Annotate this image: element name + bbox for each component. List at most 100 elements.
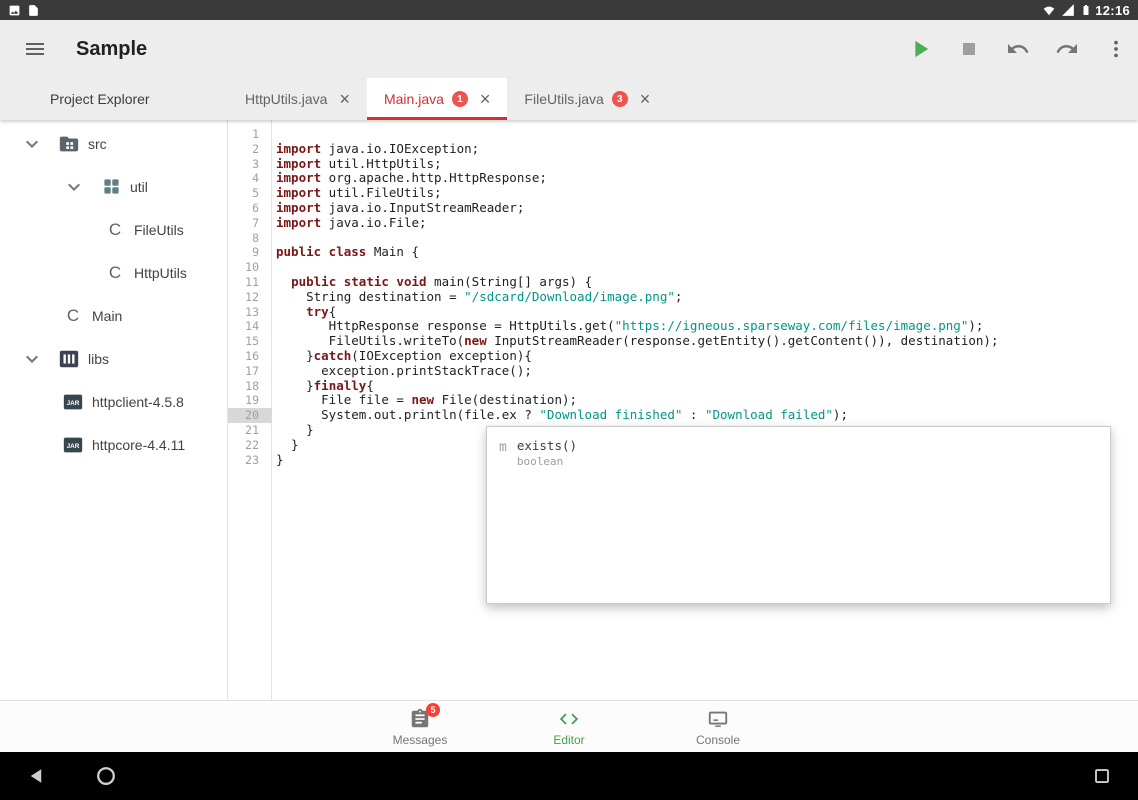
stop-button[interactable] <box>955 35 983 63</box>
nav-editor[interactable]: Editor <box>495 707 644 747</box>
stop-icon <box>957 37 981 61</box>
code-text <box>272 260 276 275</box>
recents-button[interactable] <box>1084 758 1120 794</box>
jar-icon: JAR <box>62 391 84 413</box>
code-area: 12import java.io.IOException;3import uti… <box>228 127 1138 467</box>
suggestion-label: exists() <box>517 438 577 453</box>
nav-messages[interactable]: 5Messages <box>346 707 495 747</box>
code-line-17[interactable]: 17 exception.printStackTrace(); <box>228 364 1138 379</box>
tree-item-httpcore-4.4.11[interactable]: JAR httpcore-4.4.11 <box>0 423 227 466</box>
code-text: try{ <box>272 305 336 320</box>
code-text: } <box>272 423 314 438</box>
undo-icon <box>1006 37 1030 61</box>
tab-label: FileUtils.java <box>524 91 603 107</box>
page-title: Sample <box>76 38 147 61</box>
nav-console[interactable]: Console <box>644 707 793 747</box>
tree-item-label: util <box>130 179 148 195</box>
code-text: String destination = "/sdcard/Download/i… <box>272 290 682 305</box>
chevron-down-icon[interactable] <box>62 175 86 199</box>
signal-icon <box>1061 3 1075 17</box>
tree-item-label: libs <box>88 351 109 367</box>
tree-item-label: httpclient-4.5.8 <box>92 394 184 410</box>
line-number: 7 <box>228 216 272 231</box>
code-line-10[interactable]: 10 <box>228 260 1138 275</box>
line-number: 14 <box>228 319 272 334</box>
code-line-8[interactable]: 8 <box>228 231 1138 246</box>
tab-HttpUtils.java[interactable]: HttpUtils.java× <box>228 78 367 120</box>
line-number: 12 <box>228 290 272 305</box>
jar-icon: JAR <box>62 434 84 456</box>
tab-label: Main.java <box>384 91 444 107</box>
tree-item-src[interactable]: src <box>0 122 227 165</box>
code-line-13[interactable]: 13 try{ <box>228 305 1138 320</box>
code-line-4[interactable]: 4import org.apache.http.HttpResponse; <box>228 171 1138 186</box>
line-number: 22 <box>228 438 272 453</box>
undo-button[interactable] <box>1004 35 1032 63</box>
app-screen: 12:16 Sample Project Explorer HttpUtils.… <box>0 0 1138 800</box>
tree-item-Main[interactable]: CMain <box>0 294 227 337</box>
code-line-15[interactable]: 15 FileUtils.writeTo(new InputStreamRead… <box>228 334 1138 349</box>
tree-item-label: httpcore-4.4.11 <box>92 437 185 453</box>
code-line-20[interactable]: 20 System.out.println(file.ex ? "Downloa… <box>228 408 1138 423</box>
code-text: import util.HttpUtils; <box>272 157 442 172</box>
line-number: 11 <box>228 275 272 290</box>
code-text: import java.io.File; <box>272 216 427 231</box>
tree-item-libs[interactable]: libs <box>0 337 227 380</box>
code-line-6[interactable]: 6import java.io.InputStreamReader; <box>228 201 1138 216</box>
line-number: 21 <box>228 423 272 438</box>
code-line-9[interactable]: 9public class Main { <box>228 245 1138 260</box>
redo-button[interactable] <box>1053 35 1081 63</box>
tab-Main.java[interactable]: Main.java1× <box>367 78 507 120</box>
tab-FileUtils.java[interactable]: FileUtils.java3× <box>507 78 667 120</box>
tree-item-FileUtils[interactable]: CFileUtils <box>0 208 227 251</box>
code-line-1[interactable]: 1 <box>228 127 1138 142</box>
code-text: import java.io.IOException; <box>272 142 479 157</box>
wifi-icon <box>1042 3 1056 17</box>
code-text: import org.apache.http.HttpResponse; <box>272 171 547 186</box>
nav-label: Editor <box>553 733 584 747</box>
code-line-14[interactable]: 14 HttpResponse response = HttpUtils.get… <box>228 319 1138 334</box>
close-tab-icon[interactable]: × <box>339 90 350 108</box>
chevron-down-icon[interactable] <box>20 347 44 371</box>
tree-item-util[interactable]: util <box>0 165 227 208</box>
line-number: 23 <box>228 453 272 468</box>
line-number: 4 <box>228 171 272 186</box>
tab-list: HttpUtils.java×Main.java1×FileUtils.java… <box>228 78 667 120</box>
code-text: exception.printStackTrace(); <box>272 364 532 379</box>
editor-pane[interactable]: 12import java.io.IOException;3import uti… <box>228 120 1138 700</box>
close-tab-icon[interactable]: × <box>640 90 651 108</box>
code-line-7[interactable]: 7import java.io.File; <box>228 216 1138 231</box>
tree-item-HttpUtils[interactable]: CHttpUtils <box>0 251 227 294</box>
svg-text:JAR: JAR <box>67 443 80 450</box>
overflow-menu-button[interactable] <box>1102 35 1130 63</box>
back-button[interactable] <box>18 758 54 794</box>
code-line-19[interactable]: 19 File file = new File(destination); <box>228 393 1138 408</box>
code-line-5[interactable]: 5import util.FileUtils; <box>228 186 1138 201</box>
class-icon: C <box>104 262 126 284</box>
redo-icon <box>1055 37 1079 61</box>
status-left-icons <box>8 4 40 17</box>
line-number: 13 <box>228 305 272 320</box>
nav-label: Messages <box>393 733 448 747</box>
line-number: 19 <box>228 393 272 408</box>
code-line-11[interactable]: 11 public static void main(String[] args… <box>228 275 1138 290</box>
chevron-down-icon[interactable] <box>20 132 44 156</box>
status-right-icons <box>1042 3 1092 17</box>
code-line-3[interactable]: 3import util.HttpUtils; <box>228 157 1138 172</box>
menu-icon[interactable] <box>22 36 48 62</box>
system-nav <box>0 752 1138 800</box>
autocomplete-item-exists()[interactable]: mexists()boolean <box>487 427 1110 479</box>
home-button[interactable] <box>88 758 124 794</box>
tree-item-httpclient-4.5.8[interactable]: JAR httpclient-4.5.8 <box>0 380 227 423</box>
code-line-16[interactable]: 16 }catch(IOException exception){ <box>228 349 1138 364</box>
class-icon: C <box>62 305 84 327</box>
back-icon <box>27 767 45 785</box>
code-line-18[interactable]: 18 }finally{ <box>228 379 1138 394</box>
run-button[interactable] <box>906 35 934 63</box>
close-tab-icon[interactable]: × <box>480 90 491 108</box>
code-line-12[interactable]: 12 String destination = "/sdcard/Downloa… <box>228 290 1138 305</box>
line-number: 2 <box>228 142 272 157</box>
source-folder-icon <box>58 133 80 155</box>
line-number: 20 <box>228 408 272 423</box>
code-line-2[interactable]: 2import java.io.IOException; <box>228 142 1138 157</box>
